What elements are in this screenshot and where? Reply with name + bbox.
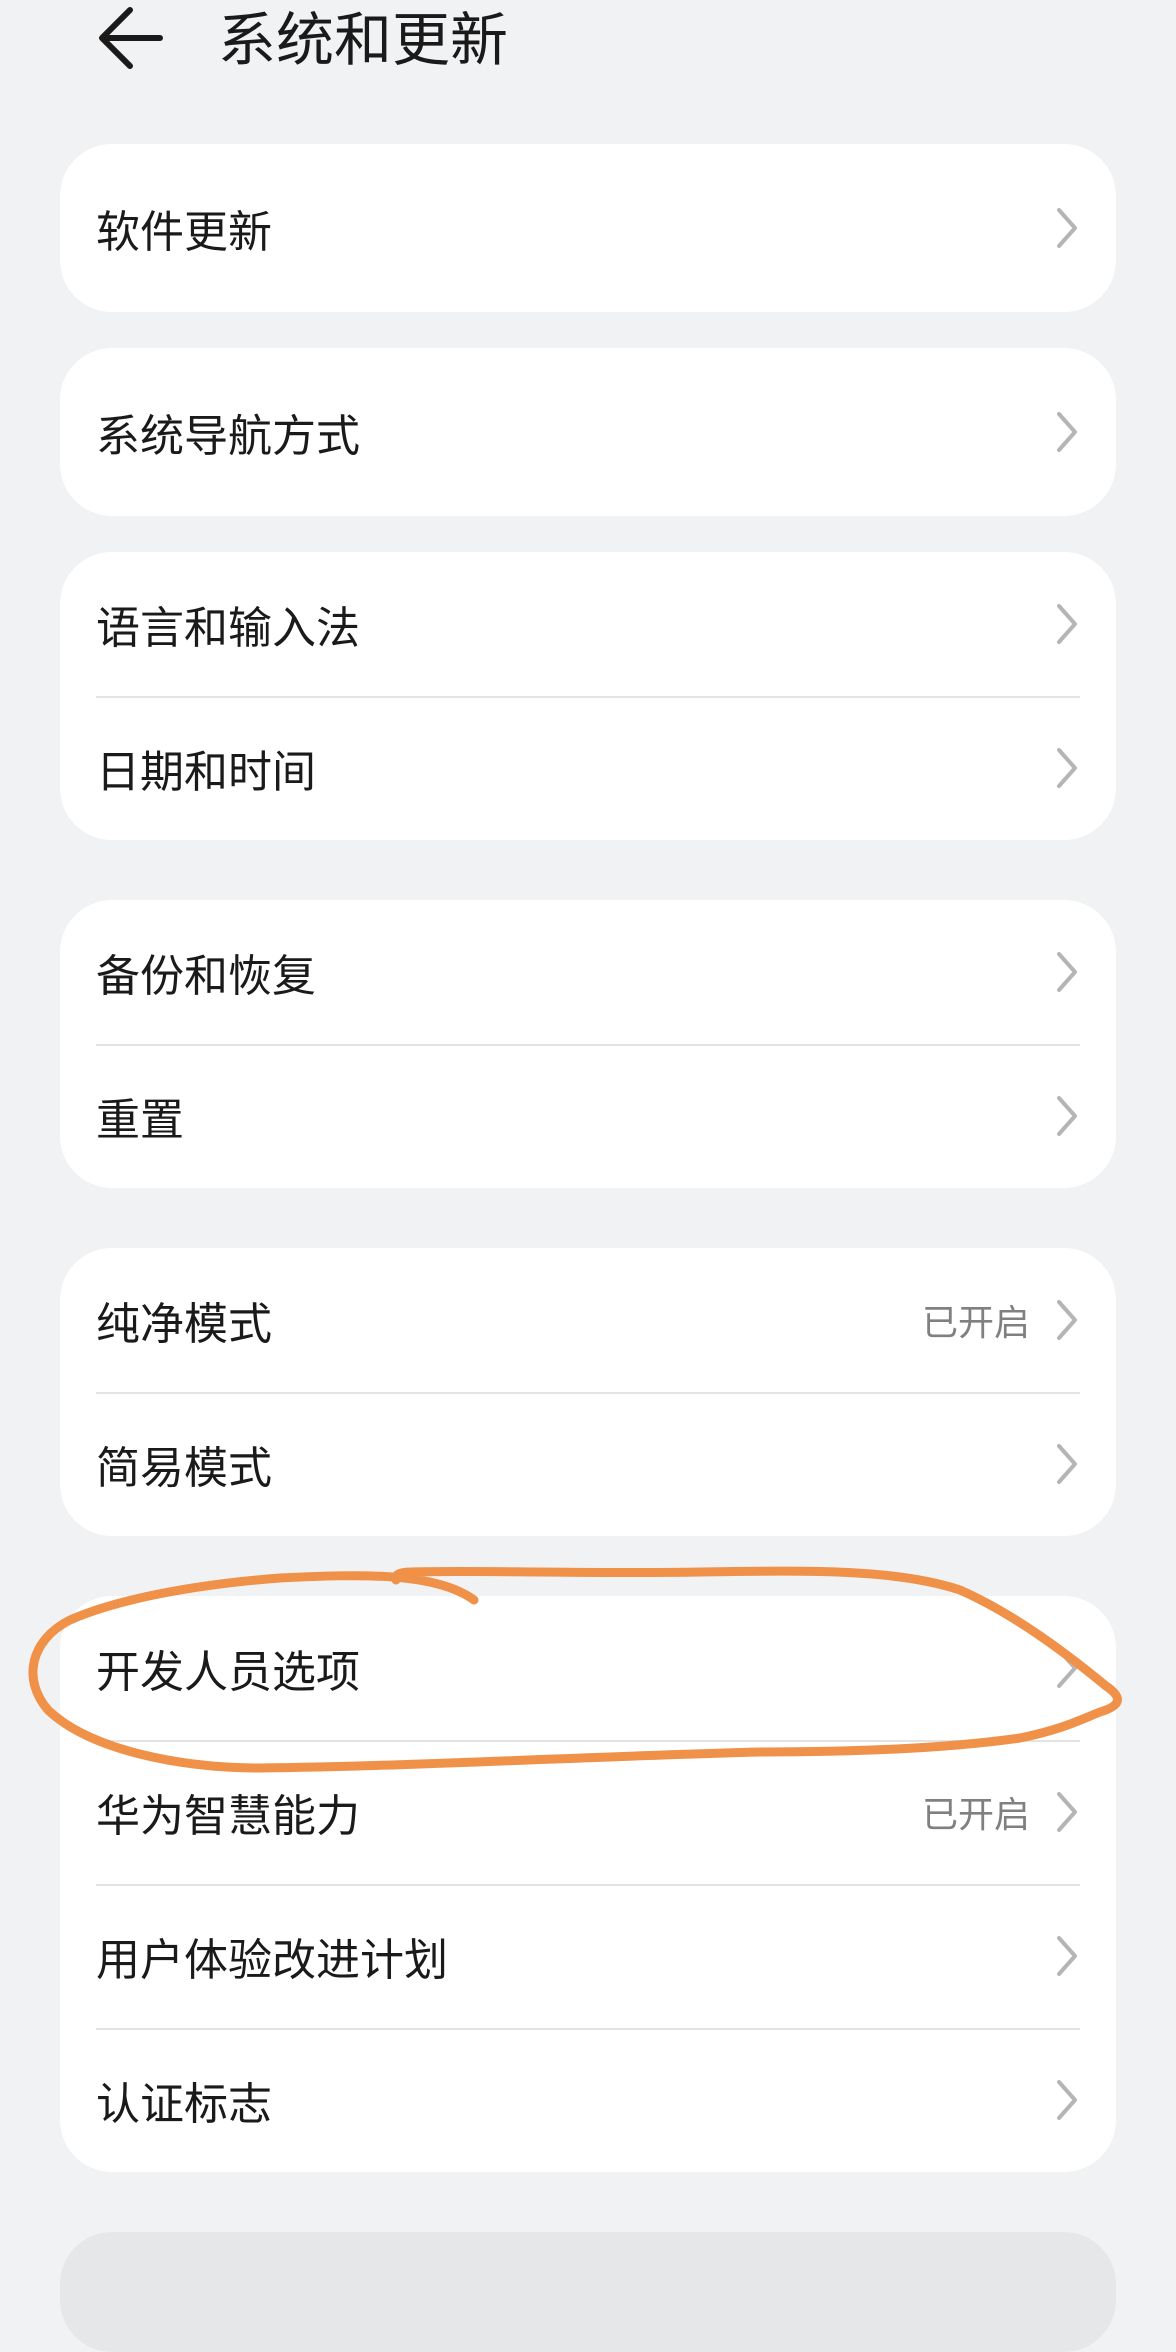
menu-item-backup-restore[interactable]: 备份和恢复 [60,900,1116,1044]
menu-item-label: 系统导航方式 [96,411,360,462]
menu-item-label: 认证标志 [96,2079,272,2130]
menu-item-certification-logos[interactable]: 认证标志 [60,2028,1116,2172]
menu-item-user-experience-program[interactable]: 用户体验改进计划 [60,1884,1116,2028]
chevron-right-icon [1057,604,1077,644]
status-text: 已开启 [921,1303,1030,1344]
chevron-right-icon [1057,952,1077,992]
chevron-right-icon [1057,412,1077,452]
chevron-right-icon [1057,1300,1077,1340]
settings-card-navigation: 系统导航方式 [60,348,1116,516]
chevron-right-icon [1057,208,1077,248]
partial-settings-card [60,2232,1116,2352]
app-bar: 系统和更新 [0,0,1176,100]
menu-item-label: 简易模式 [96,1443,272,1494]
menu-item-huawei-intelligence[interactable]: 华为智慧能力 已开启 [60,1740,1116,1884]
settings-card-language-time: 语言和输入法 日期和时间 [60,552,1116,840]
settings-card-software-update: 软件更新 [60,144,1116,312]
chevron-right-icon [1057,1648,1077,1688]
menu-item-label: 华为智慧能力 [96,1791,360,1842]
chevron-right-icon [1057,1936,1077,1976]
back-button[interactable] [88,0,178,80]
chevron-right-icon [1057,1792,1077,1832]
menu-item-label: 重置 [96,1095,184,1146]
chevron-right-icon [1057,1444,1077,1484]
settings-card-backup-reset: 备份和恢复 重置 [60,900,1116,1188]
menu-item-label: 纯净模式 [96,1299,272,1350]
menu-item-pure-mode[interactable]: 纯净模式 已开启 [60,1248,1116,1392]
menu-item-date-time[interactable]: 日期和时间 [60,696,1116,840]
menu-item-label: 开发人员选项 [96,1647,360,1698]
menu-item-label: 日期和时间 [96,747,316,798]
settings-card-modes: 纯净模式 已开启 简易模式 [60,1248,1116,1536]
chevron-right-icon [1057,748,1077,788]
menu-item-system-navigation[interactable]: 系统导航方式 [60,348,1116,516]
arrow-left-icon [99,7,163,69]
menu-item-label: 用户体验改进计划 [96,1935,448,1986]
menu-item-reset[interactable]: 重置 [60,1044,1116,1188]
menu-item-developer-options[interactable]: 开发人员选项 [60,1596,1116,1740]
menu-item-software-update[interactable]: 软件更新 [60,144,1116,312]
settings-card-advanced: 开发人员选项 华为智慧能力 已开启 用户体验改进计划 认证标志 [60,1596,1116,2172]
menu-item-label: 软件更新 [96,207,272,258]
page-title: 系统和更新 [218,6,509,74]
chevron-right-icon [1057,2080,1077,2120]
menu-item-label: 语言和输入法 [96,603,360,654]
chevron-right-icon [1057,1096,1077,1136]
status-text: 已开启 [921,1795,1030,1836]
menu-item-label: 备份和恢复 [96,951,316,1002]
menu-item-language-input[interactable]: 语言和输入法 [60,552,1116,696]
menu-item-simple-mode[interactable]: 简易模式 [60,1392,1116,1536]
